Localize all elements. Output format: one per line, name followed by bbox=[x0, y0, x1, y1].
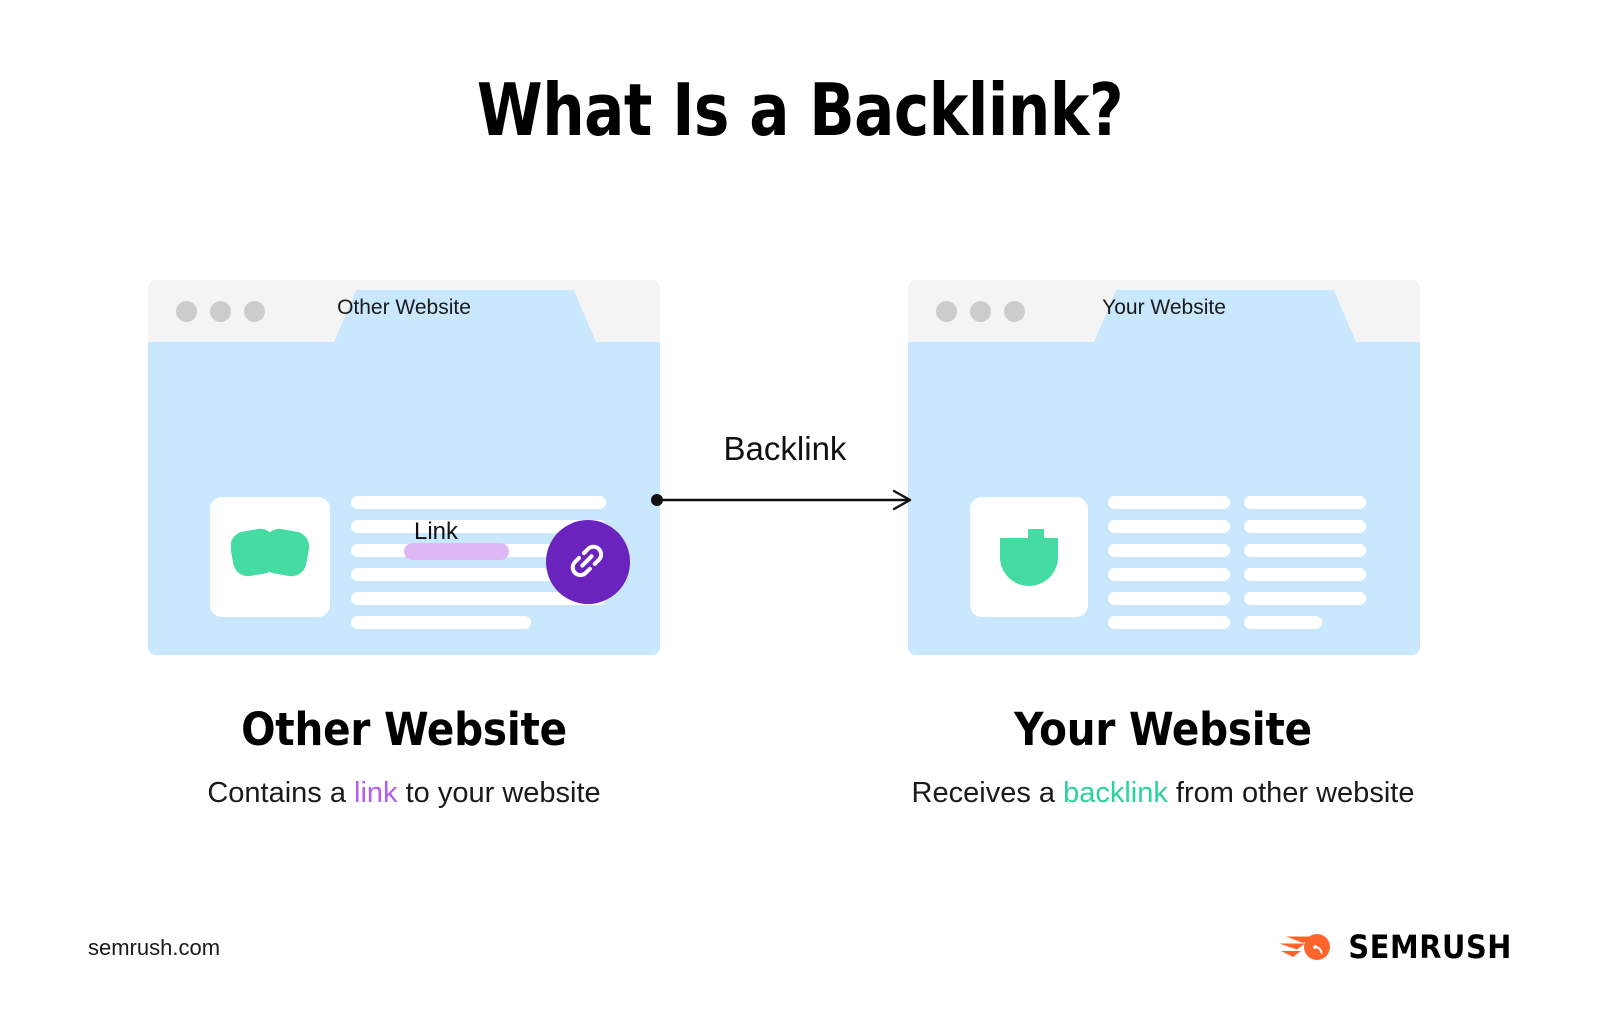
caption-sub-suffix-left: to your website bbox=[397, 776, 601, 809]
content-line bbox=[1108, 520, 1230, 533]
content-line bbox=[1108, 592, 1230, 605]
content-line bbox=[1244, 520, 1366, 533]
site-logo-card-right bbox=[970, 497, 1088, 617]
browser-tab-label-left: Other Website bbox=[337, 296, 471, 319]
caption-sub-prefix-left: Contains a bbox=[207, 776, 355, 809]
site-logo-card-left bbox=[210, 497, 330, 617]
browser-chrome-left: Other Website bbox=[148, 280, 660, 342]
backlink-connector: Backlink bbox=[650, 430, 920, 530]
content-line bbox=[1244, 592, 1366, 605]
content-line bbox=[1244, 616, 1322, 629]
page-title: What Is a Backlink? bbox=[476, 68, 1124, 152]
browser-window-other-website: Other Website Link bbox=[148, 280, 660, 655]
semrush-brand-logo: SEMRUSH bbox=[1279, 928, 1512, 966]
content-line bbox=[1108, 496, 1230, 509]
content-lines-right-col1 bbox=[1108, 496, 1230, 640]
caption-your-website: Your Website Receives a backlink from ot… bbox=[853, 705, 1473, 810]
caption-heading-right: Your Website bbox=[1014, 703, 1312, 756]
brand-name: SEMRUSH bbox=[1348, 928, 1512, 966]
footer-url[interactable]: semrush.com bbox=[88, 935, 220, 961]
caption-sub-left: Contains a link to your website bbox=[94, 777, 714, 810]
infographic-canvas: What Is a Backlink? Other Website Link Y… bbox=[0, 0, 1600, 1012]
browser-chrome-right: Your Website bbox=[908, 280, 1420, 342]
content-line bbox=[1244, 544, 1366, 557]
browser-window-your-website: Your Website bbox=[908, 280, 1420, 655]
browser-body-left: Link bbox=[148, 342, 660, 655]
chain-link-icon bbox=[570, 544, 604, 578]
caption-highlight-backlink: backlink bbox=[1063, 776, 1168, 809]
semrush-comet-icon bbox=[1279, 934, 1331, 960]
semrush-blob-icon bbox=[231, 528, 309, 577]
browser-body-right bbox=[908, 342, 1420, 655]
content-line bbox=[1108, 568, 1230, 581]
caption-sub-right: Receives a backlink from other website bbox=[853, 777, 1473, 810]
caption-highlight-link: link bbox=[354, 776, 398, 809]
content-line bbox=[1108, 544, 1230, 557]
caption-sub-prefix-right: Receives a bbox=[911, 776, 1064, 809]
caption-sub-suffix-right: from other website bbox=[1167, 776, 1415, 809]
connector-label: Backlink bbox=[723, 430, 847, 467]
backlink-badge[interactable] bbox=[546, 520, 630, 604]
content-line bbox=[1244, 568, 1366, 581]
browser-tab-label-right: Your Website bbox=[1102, 296, 1226, 319]
caption-other-website: Other Website Contains a link to your we… bbox=[94, 705, 714, 810]
content-line bbox=[351, 616, 531, 629]
content-line bbox=[1244, 496, 1366, 509]
content-line bbox=[351, 496, 606, 509]
arrow-icon bbox=[651, 489, 912, 511]
content-lines-right-col2 bbox=[1244, 496, 1366, 640]
link-label[interactable]: Link bbox=[414, 518, 458, 546]
content-line bbox=[1108, 616, 1230, 629]
semrush-shield-icon bbox=[1000, 529, 1058, 586]
caption-heading-left: Other Website bbox=[241, 703, 567, 756]
